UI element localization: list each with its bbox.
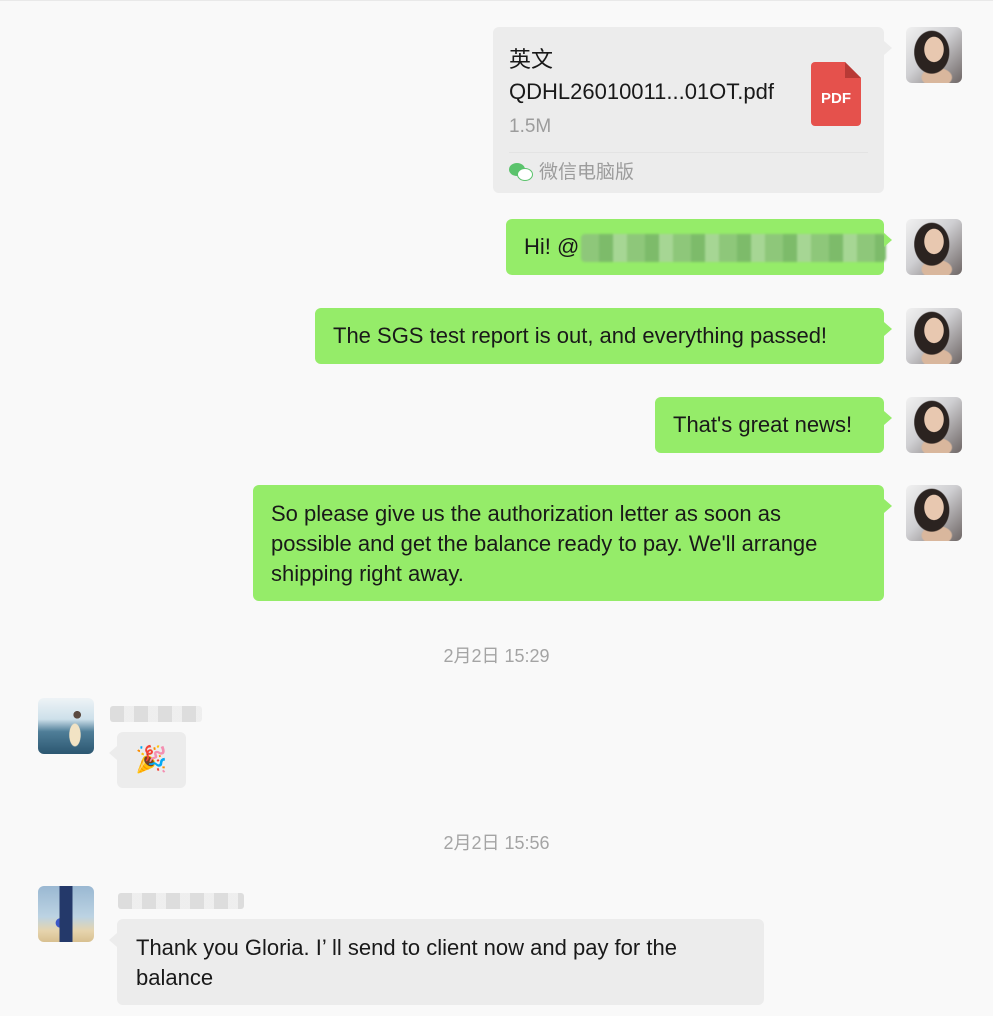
mention-blurred [581, 234, 887, 263]
self-avatar[interactable] [906, 27, 962, 83]
party-popper-emoji: 🎉 [135, 744, 168, 774]
self-avatar[interactable] [906, 219, 962, 275]
timestamp: 2月2日 15:56 [443, 833, 550, 853]
self-avatar[interactable] [906, 485, 962, 541]
pdf-badge-label: PDF [821, 90, 851, 107]
message-bubble[interactable]: So please give us the authorization lett… [253, 485, 892, 601]
file-source-label: 微信电脑版 [539, 162, 635, 183]
self-avatar[interactable] [906, 397, 962, 453]
contact-avatar[interactable] [38, 698, 94, 754]
file-size: 1.5M [509, 116, 552, 137]
message-text: Thank you Gloria. I’ ll send to client n… [136, 935, 677, 990]
pdf-file-icon: PDF [811, 62, 861, 126]
file-message-card[interactable]: 英文 QDHL26010011...01OT.pdf 1.5M PDF 微信电脑… [493, 27, 892, 193]
file-name-line2: QDHL26010011...01OT.pdf [509, 79, 774, 104]
timestamp: 2月2日 15:29 [443, 646, 550, 666]
emoji-bubble[interactable]: 🎉 [109, 732, 186, 788]
message-bubble[interactable]: The SGS test report is out, and everythi… [315, 308, 892, 364]
message-text: Hi! @ [524, 234, 580, 259]
message-bubble[interactable]: Hi! @ [506, 219, 892, 275]
message-text: That's great news! [673, 412, 853, 437]
self-avatar[interactable] [906, 308, 962, 364]
file-name-line1: 英文 [509, 47, 554, 72]
message-text: So please give us the authorization lett… [271, 501, 818, 586]
file-divider [509, 152, 868, 153]
wechat-icon [509, 163, 533, 181]
sender-name-blurred [110, 706, 202, 722]
top-divider [0, 0, 993, 1]
message-bubble[interactable]: Thank you Gloria. I’ ll send to client n… [109, 919, 764, 1005]
message-text: The SGS test report is out, and everythi… [333, 323, 828, 348]
sender-name-blurred [118, 893, 244, 909]
message-bubble[interactable]: That's great news! [655, 397, 892, 453]
contact-avatar[interactable] [38, 886, 94, 942]
